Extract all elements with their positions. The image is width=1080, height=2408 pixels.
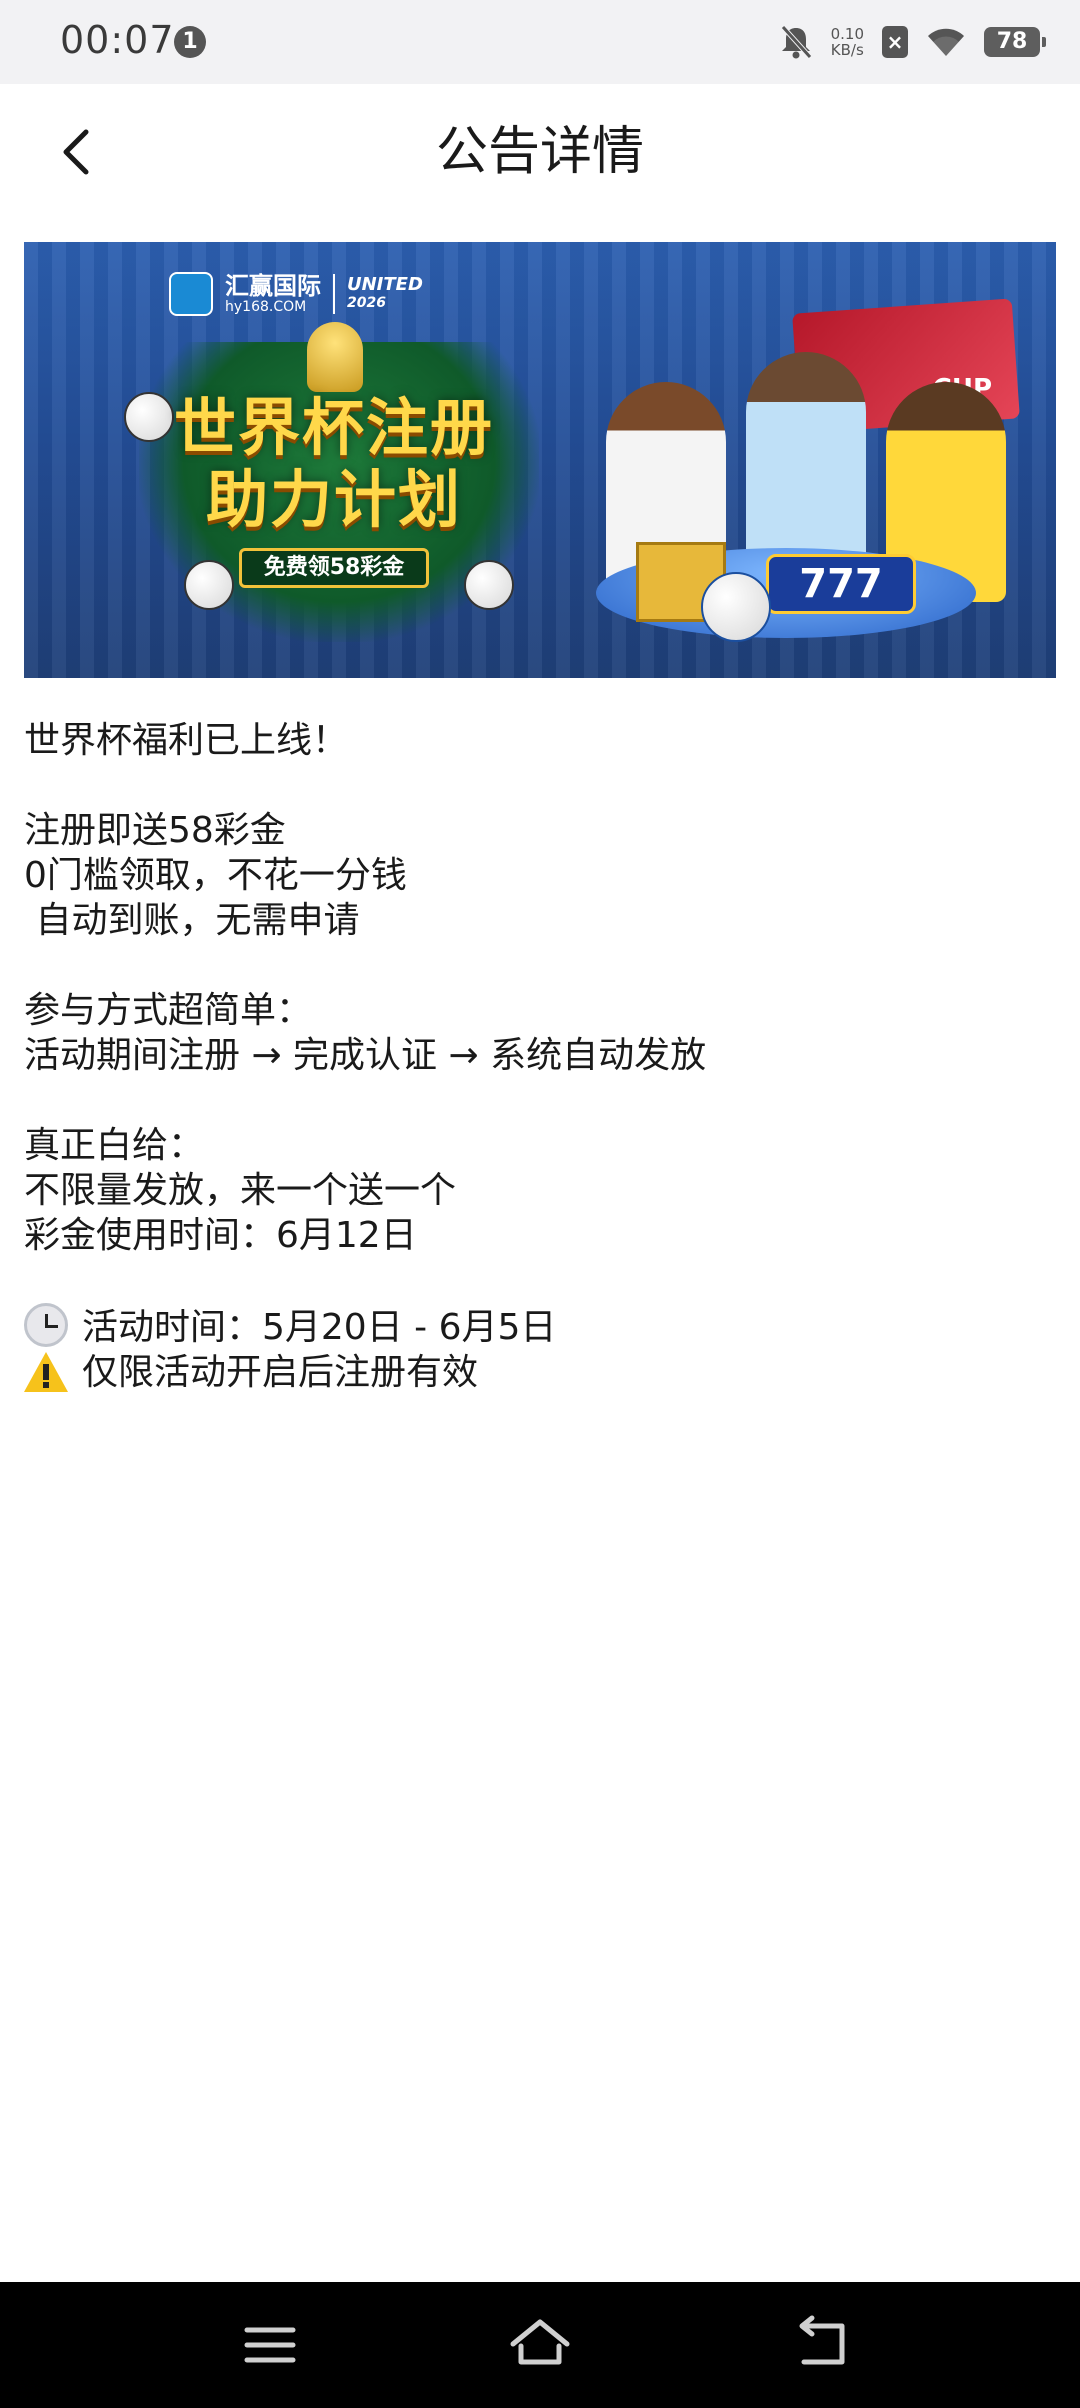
- net-speed-value: 0.10: [830, 25, 864, 43]
- body-line: [24, 1078, 1056, 1123]
- body-line: 世界杯福利已上线！: [24, 720, 349, 761]
- activity-time: 活动时间：5月20日 - 6月5日: [82, 1307, 557, 1348]
- body-line: 0门槛领取，不花一分钱: [24, 855, 407, 896]
- home-icon: [510, 2319, 570, 2365]
- page-title: 公告详情: [435, 122, 644, 182]
- body-line: 注册即送58彩金: [24, 810, 286, 851]
- body-line: 参与方式超简单：: [24, 990, 313, 1031]
- warning-icon: [24, 1352, 68, 1392]
- banner-title: 世界杯注册 助力计划: [114, 392, 554, 536]
- battery-indicator: 78: [984, 27, 1046, 57]
- notice-line: 仅限活动开启后注册有效: [24, 1350, 1056, 1395]
- banner-subtitle: 免费领58彩金: [239, 548, 429, 588]
- brand-logo: 汇赢国际 hy168.COM UNITED 2026: [169, 272, 423, 316]
- body-line: 彩金使用时间：6月12日: [24, 1215, 417, 1256]
- close-box-icon: ×: [882, 26, 908, 58]
- body-line: [24, 763, 1056, 808]
- status-time: 00:07: [60, 18, 175, 62]
- status-bar: 00:07 1 0.10 KB/s × 78: [0, 0, 1080, 84]
- promo-banner[interactable]: 汇赢国际 hy168.COM UNITED 2026 世界杯注册 助力计划 免费…: [24, 242, 1056, 678]
- united-logo: UNITED 2026: [347, 274, 423, 312]
- activity-time-line: 活动时间：5月20日 - 6月5日: [24, 1303, 1056, 1350]
- system-nav-bar: [0, 2282, 1080, 2408]
- status-icons: 0.10 KB/s × 78: [779, 20, 1046, 64]
- brand-name: 汇赢国际: [225, 272, 321, 300]
- logo-divider: [333, 274, 335, 314]
- system-back-button[interactable]: [790, 2312, 860, 2378]
- notice-text: 仅限活动开启后注册有效: [82, 1352, 479, 1393]
- trophy-icon: [307, 322, 363, 392]
- page-header: 公告详情: [0, 84, 1080, 220]
- net-speed-unit: KB/s: [830, 41, 864, 59]
- network-speed: 0.10 KB/s: [831, 26, 864, 58]
- body-line: [24, 1258, 1056, 1303]
- body-line: 活动期间注册 → 完成认证 → 系统自动发放: [24, 1035, 707, 1076]
- announcement-body: 世界杯福利已上线！ 注册即送58彩金 0门槛领取，不花一分钱 自动到账，无需申请…: [24, 718, 1056, 1395]
- menu-icon: [244, 2327, 296, 2363]
- football-icon: [184, 560, 234, 610]
- wifi-icon: [926, 26, 966, 58]
- football-icon: [464, 560, 514, 610]
- body-line: [24, 943, 1056, 988]
- slot-machine-icon: 777: [766, 554, 916, 614]
- banner-title-line1: 世界杯注册: [173, 391, 494, 464]
- recent-apps-button[interactable]: [235, 2312, 305, 2378]
- body-line: 自动到账，无需申请: [24, 900, 360, 941]
- alarm-clock-icon: [24, 1303, 68, 1347]
- brand-logo-icon: [169, 272, 213, 316]
- notification-badge: 1: [174, 26, 206, 58]
- football-icon: [701, 572, 771, 642]
- brand-url: hy168.COM: [225, 299, 307, 315]
- home-button[interactable]: [505, 2312, 575, 2378]
- banner-title-line2: 助力计划: [205, 463, 462, 536]
- back-arrow-icon: [799, 2315, 845, 2365]
- body-line: 不限量发放，来一个送一个: [24, 1170, 457, 1211]
- body-line: 真正白给：: [24, 1125, 205, 1166]
- bell-muted-icon: [779, 24, 813, 60]
